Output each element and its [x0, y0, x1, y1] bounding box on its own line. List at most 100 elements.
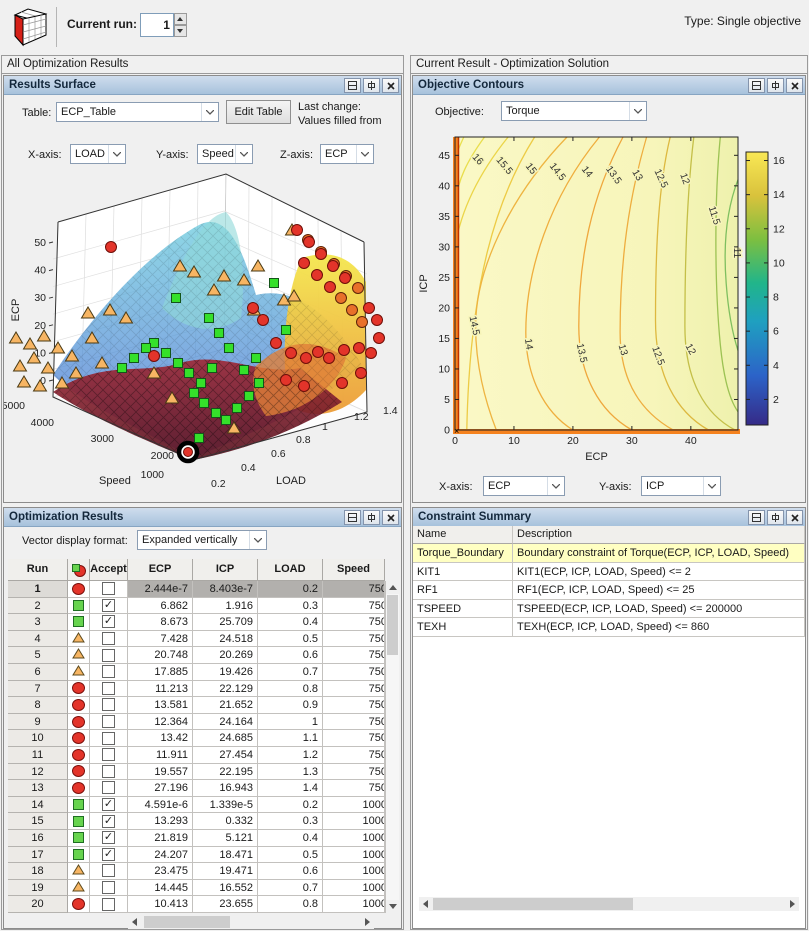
accept-checkbox-cell[interactable]: ✓: [90, 813, 128, 830]
x-axis-select[interactable]: LOAD: [70, 144, 126, 164]
ecp-cell[interactable]: 6.862: [128, 598, 193, 615]
icp-cell[interactable]: 18.471: [193, 847, 258, 864]
horizontal-scrollbar[interactable]: [419, 897, 799, 911]
constraint-description-cell[interactable]: TEXH(ECP, ICP, LOAD, Speed) <= 860: [513, 618, 805, 637]
contour-y-axis-select[interactable]: ICP: [641, 476, 721, 496]
run-number-cell[interactable]: 18: [8, 863, 68, 880]
icp-cell[interactable]: 24.164: [193, 714, 258, 731]
speed-cell[interactable]: 750: [323, 714, 385, 731]
load-cell[interactable]: 0.8: [258, 896, 323, 913]
constraint-description-cell[interactable]: TSPEED(ECP, ICP, LOAD, Speed) <= 200000: [513, 600, 805, 619]
constraint-name-cell[interactable]: KIT1: [413, 563, 513, 582]
objective-contour-plot[interactable]: 1615.51514.51413.51312.51211.51114.51413…: [413, 126, 805, 470]
close-icon[interactable]: [786, 78, 803, 93]
close-icon[interactable]: [786, 510, 803, 525]
icp-cell[interactable]: 24.518: [193, 631, 258, 648]
accept-checkbox-cell[interactable]: [90, 581, 128, 598]
checkbox-unchecked[interactable]: [102, 732, 115, 745]
scrollbar-thumb[interactable]: [433, 898, 633, 910]
constraint-description-cell[interactable]: KIT1(ECP, ICP, LOAD, Speed) <= 2: [513, 563, 805, 582]
ecp-cell[interactable]: 20.748: [128, 647, 193, 664]
load-cell[interactable]: 1.4: [258, 780, 323, 797]
scroll-down-button[interactable]: [386, 900, 399, 913]
load-cell[interactable]: 0.4: [258, 614, 323, 631]
constraint-column-header-description[interactable]: Description: [513, 526, 805, 544]
accept-checkbox-cell[interactable]: [90, 780, 128, 797]
icp-cell[interactable]: 24.685: [193, 730, 258, 747]
checkbox-unchecked[interactable]: [102, 582, 115, 595]
ecp-cell[interactable]: 2.444e-7: [128, 581, 193, 598]
constraint-name-cell[interactable]: RF1: [413, 581, 513, 600]
icp-cell[interactable]: 1.339e-5: [193, 797, 258, 814]
accept-checkbox-cell[interactable]: ✓: [90, 614, 128, 631]
horizontal-scrollbar[interactable]: [128, 915, 374, 929]
speed-cell[interactable]: 750: [323, 681, 385, 698]
icp-cell[interactable]: 22.195: [193, 764, 258, 781]
close-icon[interactable]: [382, 78, 399, 93]
ecp-cell[interactable]: 23.475: [128, 863, 193, 880]
ecp-cell[interactable]: 21.819: [128, 830, 193, 847]
ecp-cell[interactable]: 13.581: [128, 697, 193, 714]
scrollbar-thumb[interactable]: [144, 916, 230, 928]
checkbox-unchecked[interactable]: [102, 715, 115, 728]
run-number-cell[interactable]: 3: [8, 614, 68, 631]
dock-icon[interactable]: [748, 78, 765, 93]
load-cell[interactable]: 1.1: [258, 730, 323, 747]
y-axis-select[interactable]: Speed: [197, 144, 253, 164]
accept-checkbox-cell[interactable]: ✓: [90, 598, 128, 615]
checkbox-unchecked[interactable]: [102, 864, 115, 877]
checkbox-unchecked[interactable]: [102, 765, 115, 778]
ecp-cell[interactable]: 27.196: [128, 780, 193, 797]
column-header-LOAD[interactable]: LOAD: [258, 559, 323, 581]
checkbox-unchecked[interactable]: [102, 898, 115, 911]
load-cell[interactable]: 0.7: [258, 880, 323, 897]
icp-cell[interactable]: 19.471: [193, 863, 258, 880]
accept-checkbox-cell[interactable]: [90, 681, 128, 698]
ecp-cell[interactable]: 4.591e-6: [128, 797, 193, 814]
accept-checkbox-cell[interactable]: [90, 647, 128, 664]
load-cell[interactable]: 0.6: [258, 863, 323, 880]
contour-x-axis-select[interactable]: ECP: [483, 476, 565, 496]
scrollbar-thumb[interactable]: [387, 595, 398, 655]
speed-cell[interactable]: 750: [323, 664, 385, 681]
ecp-cell[interactable]: 24.207: [128, 847, 193, 864]
run-number-cell[interactable]: 5: [8, 647, 68, 664]
dock-icon[interactable]: [344, 78, 361, 93]
accept-checkbox-cell[interactable]: [90, 764, 128, 781]
run-number-cell[interactable]: 19: [8, 880, 68, 897]
checkbox-checked[interactable]: ✓: [102, 848, 115, 861]
edit-table-button[interactable]: Edit Table: [226, 100, 291, 124]
ecp-cell[interactable]: 7.428: [128, 631, 193, 648]
icp-cell[interactable]: 25.709: [193, 614, 258, 631]
undock-icon[interactable]: [363, 510, 380, 525]
speed-cell[interactable]: 1000: [323, 847, 385, 864]
scroll-up-button[interactable]: [386, 581, 399, 594]
icp-cell[interactable]: 5.121: [193, 830, 258, 847]
checkbox-checked[interactable]: ✓: [102, 615, 115, 628]
constraint-column-header-name[interactable]: Name: [413, 526, 513, 544]
run-number-cell[interactable]: 9: [8, 714, 68, 731]
speed-cell[interactable]: 750: [323, 631, 385, 648]
run-number-cell[interactable]: 11: [8, 747, 68, 764]
speed-cell[interactable]: 1000: [323, 880, 385, 897]
accept-checkbox-cell[interactable]: [90, 730, 128, 747]
run-number-cell[interactable]: 1: [8, 581, 68, 598]
speed-cell[interactable]: 750: [323, 581, 385, 598]
load-cell[interactable]: 0.2: [258, 797, 323, 814]
undock-icon[interactable]: [767, 78, 784, 93]
speed-cell[interactable]: 1000: [323, 896, 385, 913]
checkbox-checked[interactable]: ✓: [102, 831, 115, 844]
ecp-cell[interactable]: 11.213: [128, 681, 193, 698]
checkbox-unchecked[interactable]: [102, 698, 115, 711]
ecp-cell[interactable]: 10.413: [128, 896, 193, 913]
checkbox-unchecked[interactable]: [102, 682, 115, 695]
icp-cell[interactable]: 16.943: [193, 780, 258, 797]
icp-cell[interactable]: 22.129: [193, 681, 258, 698]
run-number-cell[interactable]: 12: [8, 764, 68, 781]
run-number-cell[interactable]: 8: [8, 697, 68, 714]
checkbox-unchecked[interactable]: [102, 632, 115, 645]
checkbox-checked[interactable]: ✓: [102, 815, 115, 828]
checkbox-unchecked[interactable]: [102, 781, 115, 794]
load-cell[interactable]: 0.7: [258, 664, 323, 681]
ecp-cell[interactable]: 14.445: [128, 880, 193, 897]
